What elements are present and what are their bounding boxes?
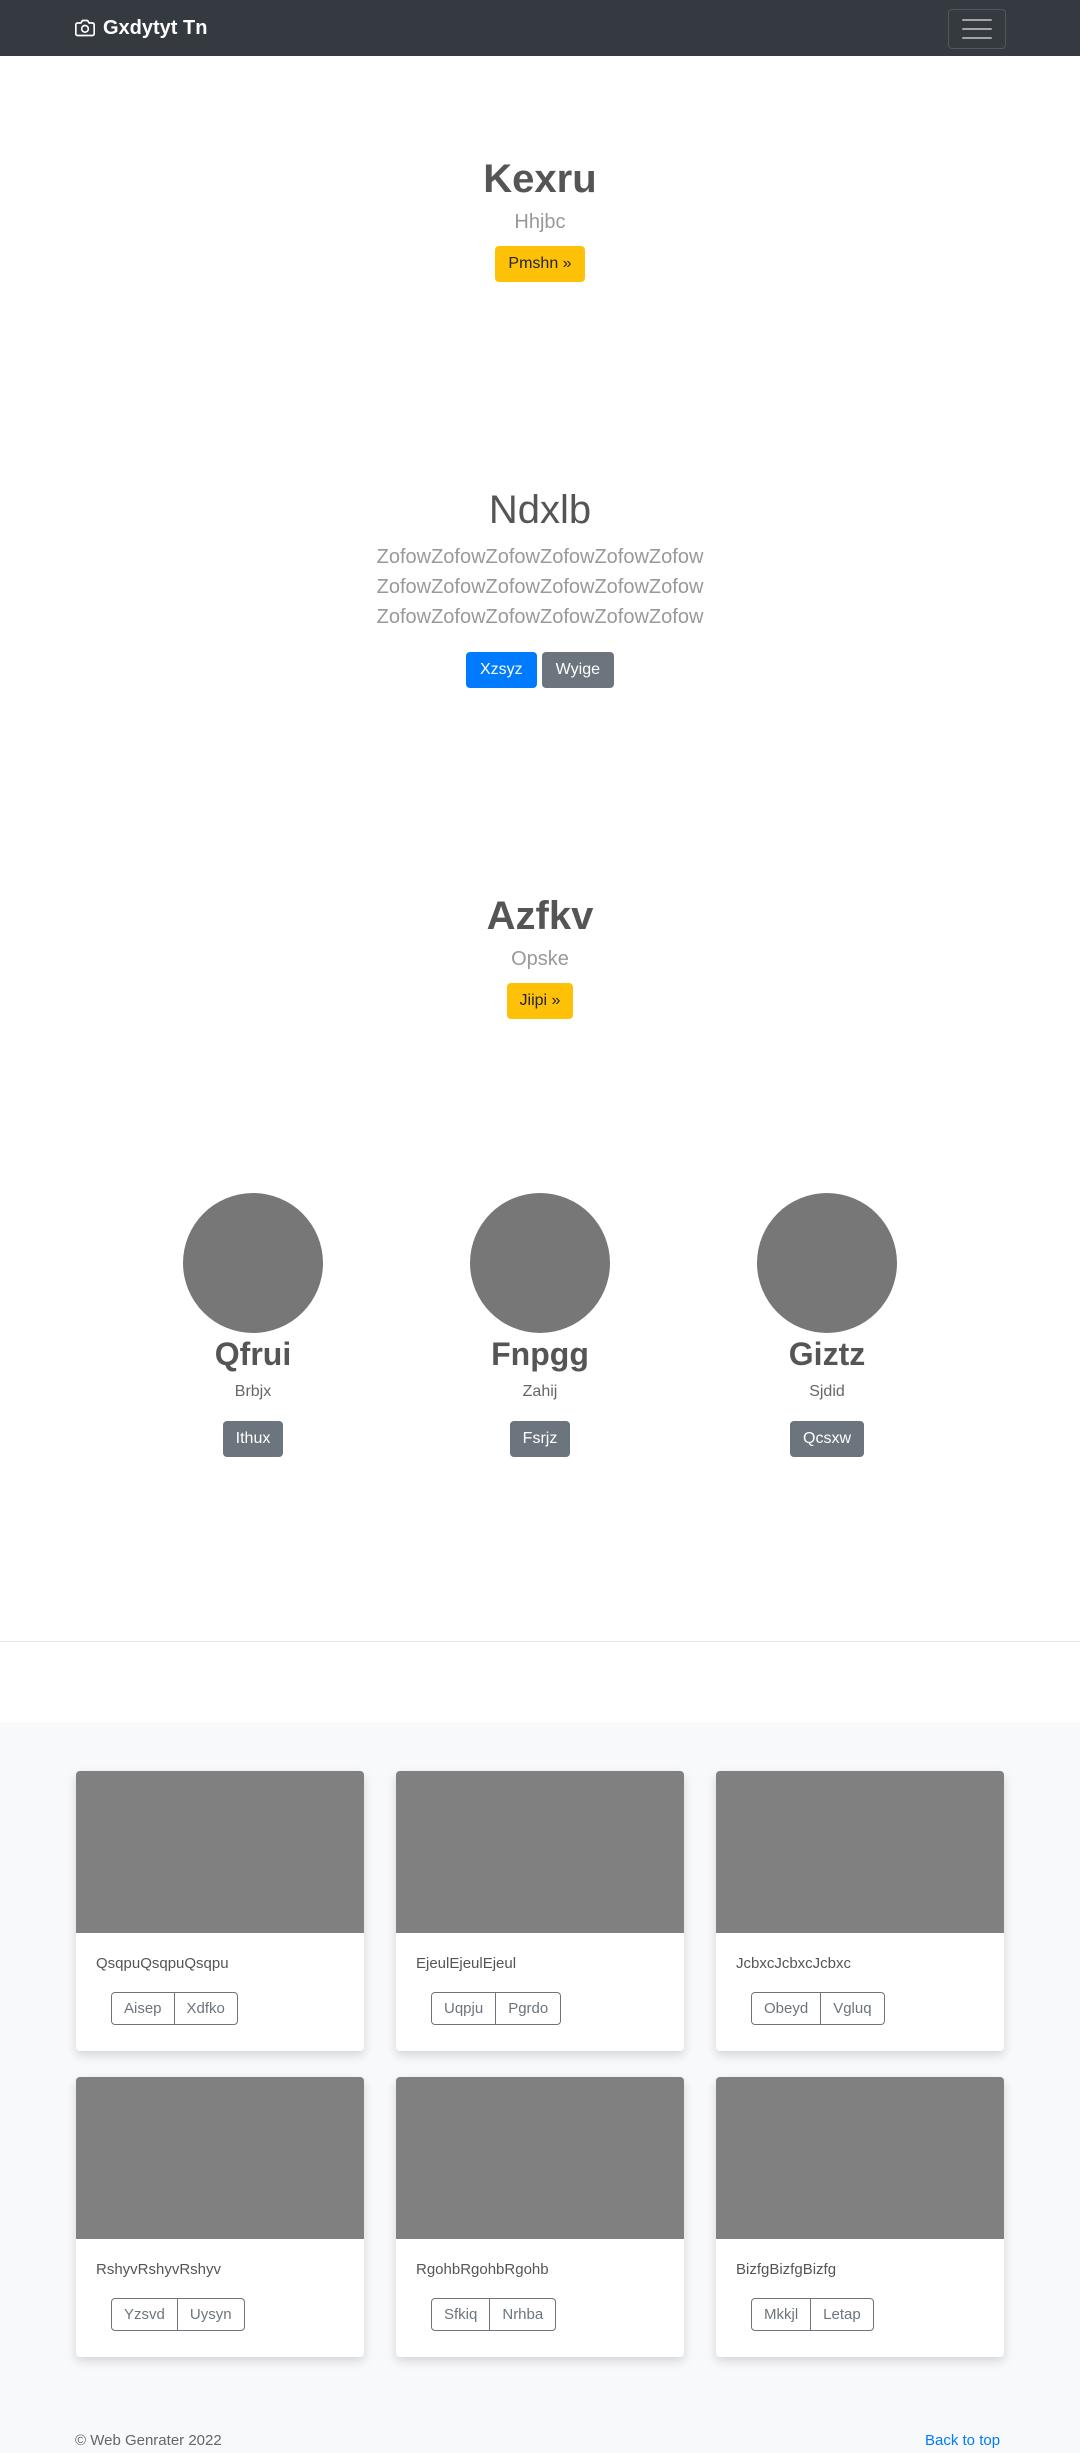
card-text: EjeulEjeulEjeul	[416, 1955, 517, 1972]
feature-column: Fnpgg Zahij Fsrjz	[425, 1193, 655, 1458]
card-button-group: Aisep Xdfko	[111, 1992, 238, 2025]
hero3-title: Azfkv	[486, 894, 594, 938]
navbar: Gxdytyt Tn	[0, 0, 1080, 56]
feature-title: Qfrui	[214, 1336, 292, 1372]
card-image-placeholder	[396, 1771, 684, 1933]
hero1-title: Kexru	[483, 157, 597, 201]
card-image-placeholder	[396, 2077, 684, 2239]
card-button-group: Sfkiq Nrhba	[431, 2298, 557, 2331]
hero2-secondary-button[interactable]: Wyige	[541, 652, 614, 688]
hero-section-3: Azfkv Opske Jiipi »	[0, 892, 1080, 1019]
album-card: RshyvRshyvRshyv Yzsvd Uysyn	[76, 2077, 364, 2357]
feature-title: Fnpgg	[491, 1336, 589, 1372]
card-text: BizfgBizfgBizfg	[736, 2261, 837, 2278]
card-button[interactable]: Mkkjl	[751, 2298, 812, 2331]
card-button-group: Uqpju Pgrdo	[431, 1992, 562, 2025]
card-button[interactable]: Letap	[810, 2298, 874, 2331]
card-button[interactable]: Obeyd	[751, 1992, 822, 2025]
hero-section-1: Kexru Hhjbc Pmshn »	[0, 155, 1080, 282]
feature-image-placeholder	[470, 1193, 610, 1333]
card-button[interactable]: Sfkiq	[431, 2298, 491, 2331]
hero2-lead-line: ZofowZofowZofowZofowZofowZofow	[376, 606, 704, 628]
card-button[interactable]: Xdfko	[173, 1992, 238, 2025]
card-button[interactable]: Vgluq	[820, 1992, 885, 2025]
hero2-title: Ndxlb	[488, 488, 592, 532]
hero1-button[interactable]: Pmshn »	[495, 246, 585, 282]
card-button[interactable]: Uqpju	[431, 1992, 497, 2025]
footer-copyright: © Web Genrater 2022	[75, 2432, 222, 2449]
back-to-top-link[interactable]: Back to top	[925, 2432, 1000, 2449]
card-image-placeholder	[76, 1771, 364, 1933]
card-button[interactable]: Uysyn	[176, 2298, 245, 2331]
brand-link[interactable]: Gxdytyt Tn	[75, 0, 207, 56]
section-divider	[0, 1641, 1080, 1642]
card-image-placeholder	[76, 2077, 364, 2239]
hero1-subtitle: Hhjbc	[514, 211, 566, 233]
album-card: JcbxcJcbxcJcbxc Obeyd Vgluq	[716, 1771, 1004, 2051]
card-text: QsqpuQsqpuQsqpu	[96, 1955, 229, 1972]
feature-image-placeholder	[757, 1193, 897, 1333]
hero2-buttons: Xzsyz Wyige	[0, 652, 1080, 688]
card-button-group: Yzsvd Uysyn	[111, 2298, 245, 2331]
hero2-primary-button[interactable]: Xzsyz	[466, 652, 537, 688]
card-text: RshyvRshyvRshyv	[96, 2261, 222, 2278]
hero2-lead: ZofowZofowZofowZofowZofowZofow ZofowZofo…	[0, 542, 1080, 632]
hero2-lead-line: ZofowZofowZofowZofowZofowZofow	[376, 576, 704, 598]
brand-name: Gxdytyt Tn	[103, 16, 208, 39]
feature-button[interactable]: Ithux	[222, 1421, 284, 1458]
card-button[interactable]: Yzsvd	[111, 2298, 178, 2331]
album-card: BizfgBizfgBizfg Mkkjl Letap	[716, 2077, 1004, 2357]
feature-subtitle: Sjdid	[809, 1383, 845, 1401]
card-button[interactable]: Nrhba	[489, 2298, 557, 2331]
feature-button[interactable]: Fsrjz	[509, 1421, 571, 1458]
hamburger-icon-bar	[962, 28, 992, 30]
camera-icon	[75, 19, 95, 37]
hero3-subtitle: Opske	[511, 948, 569, 970]
feature-image-placeholder	[183, 1193, 323, 1333]
hero-section-2: Ndxlb ZofowZofowZofowZofowZofowZofow Zof…	[0, 486, 1080, 688]
hamburger-icon-bar	[962, 37, 992, 39]
hero2-lead-line: ZofowZofowZofowZofowZofowZofow	[376, 546, 704, 568]
album-card: RgohbRgohbRgohb Sfkiq Nrhba	[396, 2077, 684, 2357]
feature-column: Qfrui Brbjx Ithux	[138, 1193, 368, 1458]
card-image-placeholder	[716, 2077, 1004, 2239]
feature-column: Giztz Sjdid Qcsxw	[712, 1193, 942, 1458]
card-button[interactable]: Aisep	[111, 1992, 175, 2025]
card-button-group: Obeyd Vgluq	[751, 1992, 885, 2025]
feature-title: Giztz	[788, 1336, 866, 1372]
card-button-group: Mkkjl Letap	[751, 2298, 874, 2331]
card-image-placeholder	[716, 1771, 1004, 1933]
album-card: QsqpuQsqpuQsqpu Aisep Xdfko	[76, 1771, 364, 2051]
card-text: JcbxcJcbxcJcbxc	[736, 1955, 852, 1972]
card-text: RgohbRgohbRgohb	[416, 2261, 549, 2278]
hero3-button[interactable]: Jiipi »	[506, 983, 574, 1019]
album-card: EjeulEjeulEjeul Uqpju Pgrdo	[396, 1771, 684, 2051]
feature-button[interactable]: Qcsxw	[790, 1421, 864, 1458]
card-button[interactable]: Pgrdo	[495, 1992, 562, 2025]
feature-subtitle: Brbjx	[234, 1383, 272, 1401]
feature-subtitle: Zahij	[522, 1383, 558, 1401]
album-section: QsqpuQsqpuQsqpu Aisep Xdfko EjeulEjeulEj…	[0, 1722, 1080, 2453]
hamburger-icon-bar	[962, 19, 992, 21]
menu-toggle-button[interactable]	[948, 9, 1006, 49]
